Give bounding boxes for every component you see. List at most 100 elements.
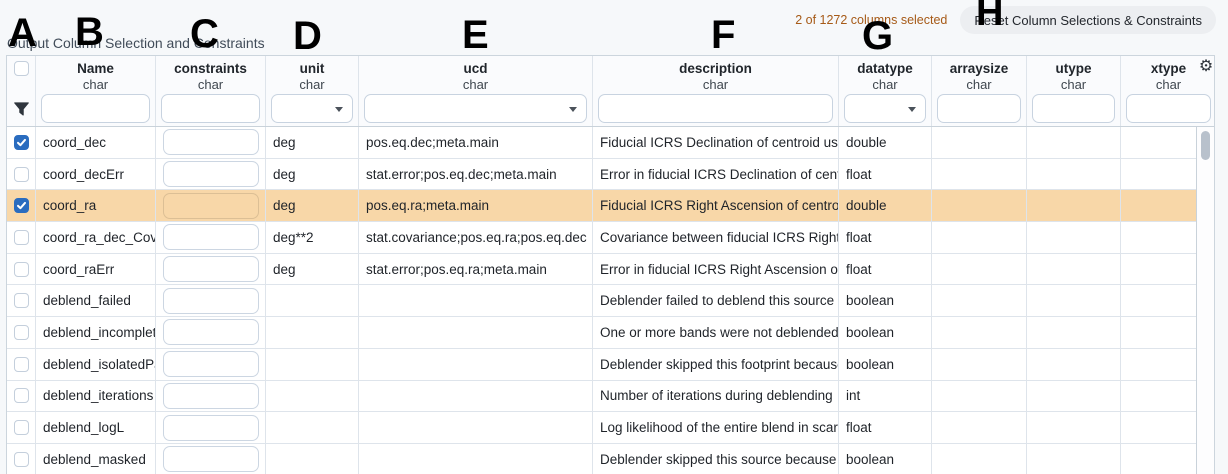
cell-arraysize — [932, 222, 1027, 253]
column-header-constraints: constraints char — [156, 56, 266, 126]
row-checkbox[interactable] — [14, 262, 29, 277]
column-type: char — [1121, 77, 1215, 93]
row-checkbox[interactable] — [14, 230, 29, 245]
cell-utype — [1027, 285, 1121, 316]
name-filter-input[interactable] — [41, 94, 150, 123]
column-label: datatype — [839, 60, 931, 77]
table-row[interactable]: coord_raErr deg stat.error;pos.eq.ra;met… — [7, 254, 1198, 286]
cell-utype — [1027, 254, 1121, 285]
column-header-utype: utype char — [1027, 56, 1121, 126]
cell-name: deblend_logL — [36, 412, 156, 443]
cell-xtype — [1121, 444, 1198, 474]
table-row[interactable]: deblend_isolatedParent Deblender skipped… — [7, 349, 1198, 381]
row-checkbox[interactable] — [14, 357, 29, 372]
cell-datatype: int — [839, 381, 932, 412]
row-checkbox[interactable] — [14, 167, 29, 182]
column-header-description: description char — [593, 56, 839, 126]
constraint-input[interactable] — [163, 224, 259, 250]
cell-xtype — [1121, 381, 1198, 412]
table-row[interactable]: deblend_masked Deblender skipped this so… — [7, 444, 1198, 474]
column-label: constraints — [156, 60, 265, 77]
cell-ucd — [359, 349, 593, 380]
cell-constraints — [156, 127, 266, 158]
cell-utype — [1027, 127, 1121, 158]
row-checkbox[interactable] — [14, 135, 29, 150]
ucd-filter-dropdown[interactable] — [364, 94, 587, 123]
cell-xtype — [1121, 190, 1198, 221]
row-checkbox[interactable] — [14, 293, 29, 308]
row-checkbox[interactable] — [14, 452, 29, 467]
cell-name: deblend_masked — [36, 444, 156, 474]
datatype-filter-dropdown[interactable] — [844, 94, 926, 123]
row-checkbox[interactable] — [14, 325, 29, 340]
xtype-filter-input[interactable] — [1126, 94, 1211, 123]
constraint-input[interactable] — [163, 288, 259, 314]
table-row[interactable]: deblend_iterations Number of iterations … — [7, 381, 1198, 413]
row-checkbox[interactable] — [14, 388, 29, 403]
cell-xtype — [1121, 285, 1198, 316]
table-row[interactable]: coord_decErr deg stat.error;pos.eq.dec;m… — [7, 159, 1198, 191]
cell-unit: deg — [266, 190, 359, 221]
reset-column-selections-button[interactable]: Reset Column Selections & Constraints — [960, 6, 1216, 34]
cell-constraints — [156, 349, 266, 380]
constraint-input[interactable] — [163, 193, 259, 219]
description-filter-input[interactable] — [598, 94, 833, 123]
unit-filter-dropdown[interactable] — [271, 94, 353, 123]
cell-ucd: stat.error;pos.eq.dec;meta.main — [359, 159, 593, 190]
cell-unit — [266, 412, 359, 443]
constraint-input[interactable] — [163, 256, 259, 282]
cell-datatype: float — [839, 159, 932, 190]
row-checkbox[interactable] — [14, 420, 29, 435]
table-row[interactable]: coord_dec deg pos.eq.dec;meta.main Fiduc… — [7, 127, 1198, 159]
table-row[interactable]: deblend_failed Deblender failed to deble… — [7, 285, 1198, 317]
som-label-E: E — [462, 15, 489, 55]
constraint-input[interactable] — [163, 415, 259, 441]
row-checkbox[interactable] — [14, 198, 29, 213]
vertical-scrollbar[interactable] — [1196, 127, 1214, 474]
cell-arraysize — [932, 190, 1027, 221]
cell-ucd — [359, 285, 593, 316]
constraint-input[interactable] — [163, 129, 259, 155]
cell-unit — [266, 317, 359, 348]
constraint-input[interactable] — [163, 351, 259, 377]
column-label: description — [593, 60, 838, 77]
cell-constraints — [156, 159, 266, 190]
cell-arraysize — [932, 285, 1027, 316]
filter-icon[interactable] — [13, 101, 30, 118]
constraint-input[interactable] — [163, 446, 259, 472]
gear-icon[interactable]: ⚙ — [1197, 57, 1215, 77]
cell-unit — [266, 381, 359, 412]
cell-ucd: pos.eq.dec;meta.main — [359, 127, 593, 158]
cell-utype — [1027, 190, 1121, 221]
cell-utype — [1027, 349, 1121, 380]
utype-filter-input[interactable] — [1032, 94, 1115, 123]
cell-arraysize — [932, 159, 1027, 190]
table-body: coord_dec deg pos.eq.dec;meta.main Fiduc… — [7, 127, 1198, 474]
cell-description: Deblender skipped this source because it… — [593, 444, 839, 474]
cell-ucd — [359, 444, 593, 474]
table-row[interactable]: coord_ra_dec_Cov deg**2 stat.covariance;… — [7, 222, 1198, 254]
cell-ucd: stat.error;pos.eq.ra;meta.main — [359, 254, 593, 285]
table-row[interactable]: deblend_logL Log likelihood of the entir… — [7, 412, 1198, 444]
table-row[interactable]: deblend_incompleteData One or more bands… — [7, 317, 1198, 349]
cell-arraysize — [932, 381, 1027, 412]
cell-datatype: float — [839, 412, 932, 443]
column-header-ucd: ucd char — [359, 56, 593, 126]
constraint-input[interactable] — [163, 383, 259, 409]
column-type: char — [359, 77, 592, 93]
constraint-input[interactable] — [163, 319, 259, 345]
select-all-checkbox[interactable] — [14, 61, 29, 76]
constraints-filter-input[interactable] — [161, 94, 260, 123]
arraysize-filter-input[interactable] — [937, 94, 1021, 123]
constraint-input[interactable] — [163, 161, 259, 187]
column-type: char — [266, 77, 358, 93]
cell-arraysize — [932, 127, 1027, 158]
column-type: char — [156, 77, 265, 93]
scrollbar-thumb[interactable] — [1201, 131, 1210, 160]
table-row[interactable]: coord_ra deg pos.eq.ra;meta.main Fiducia… — [7, 190, 1198, 222]
cell-ucd: pos.eq.ra;meta.main — [359, 190, 593, 221]
cell-ucd — [359, 412, 593, 443]
cell-description: Error in fiducial ICRS Declination of ce… — [593, 159, 839, 190]
cell-constraints — [156, 285, 266, 316]
cell-constraints — [156, 254, 266, 285]
